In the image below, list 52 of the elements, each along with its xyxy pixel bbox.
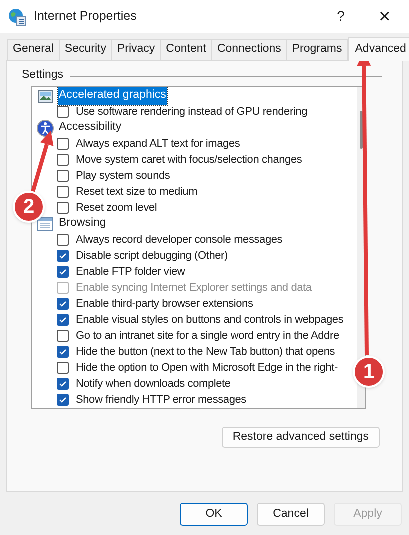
group-label: Settings xyxy=(22,68,64,84)
checkbox[interactable] xyxy=(57,394,69,406)
option-label: Enable third-party browser extensions xyxy=(76,296,254,312)
checkbox[interactable] xyxy=(57,266,69,278)
scrollbar-thumb[interactable] xyxy=(360,111,363,149)
option-label: Enable FTP folder view xyxy=(76,264,186,280)
tab[interactable]: Programs xyxy=(286,39,348,60)
checkbox[interactable] xyxy=(57,346,69,358)
checkbox[interactable] xyxy=(57,314,69,326)
option-label: Enable visual styles on buttons and controls in webpages xyxy=(76,312,344,328)
dialog-button[interactable]: Cancel xyxy=(257,503,325,526)
help-button[interactable]: ? xyxy=(321,0,361,33)
option-label: Use software rendering instead of GPU rendering xyxy=(76,104,308,120)
category-item[interactable]: Accelerated graphics xyxy=(58,87,168,105)
checkbox[interactable] xyxy=(57,170,69,182)
checkbox[interactable] xyxy=(57,298,69,310)
option-label: Enable syncing Internet Explorer settings and data xyxy=(76,280,312,296)
dialog-button[interactable]: OK xyxy=(180,503,248,526)
option-label: Reset text size to medium xyxy=(76,184,198,200)
option-label: Notify when downloads complete xyxy=(76,376,231,392)
checkbox[interactable] xyxy=(57,154,69,166)
window-title: Internet Properties xyxy=(34,8,137,26)
tab[interactable]: Advanced xyxy=(348,37,409,61)
picture-icon xyxy=(38,90,52,102)
option-label: Move system caret with focus/selection changes xyxy=(76,152,302,168)
option-label: Play system sounds xyxy=(76,168,170,184)
globe-icon xyxy=(8,8,26,26)
option-label: Disable script debugging (Other) xyxy=(76,248,228,264)
window-icon xyxy=(37,217,53,231)
restore-button[interactable]: Restore advanced settings xyxy=(222,427,380,448)
option-label: Reset zoom level xyxy=(76,200,158,216)
category-item[interactable]: Browsing xyxy=(58,215,108,233)
option-label: Hide the button (next to the New Tab button) that opens xyxy=(76,344,336,360)
checkbox[interactable] xyxy=(57,106,69,118)
option-label: Show friendly HTTP error messages xyxy=(76,392,246,408)
checkbox[interactable] xyxy=(57,250,69,262)
option-label: Hide the option to Open with Microsoft Edge in the right- xyxy=(76,360,338,376)
checkmark-icon xyxy=(59,348,67,356)
checkbox[interactable] xyxy=(57,378,69,390)
option-label: Always record developer console messages xyxy=(76,232,283,248)
checkbox[interactable] xyxy=(57,362,69,374)
accessibility-icon xyxy=(36,120,54,136)
checkbox[interactable] xyxy=(57,330,69,342)
checkbox[interactable] xyxy=(57,234,69,246)
checkbox[interactable] xyxy=(57,138,69,150)
option-label: Go to an intranet site for a single word entry in the Addre xyxy=(76,328,340,344)
category-item[interactable]: Accessibility xyxy=(58,119,123,137)
option-label: Always expand ALT text for images xyxy=(76,136,240,152)
checkbox[interactable] xyxy=(57,186,69,198)
tab[interactable]: General xyxy=(7,39,60,60)
close-button[interactable]: × xyxy=(361,0,409,33)
checkbox[interactable] xyxy=(57,202,69,214)
